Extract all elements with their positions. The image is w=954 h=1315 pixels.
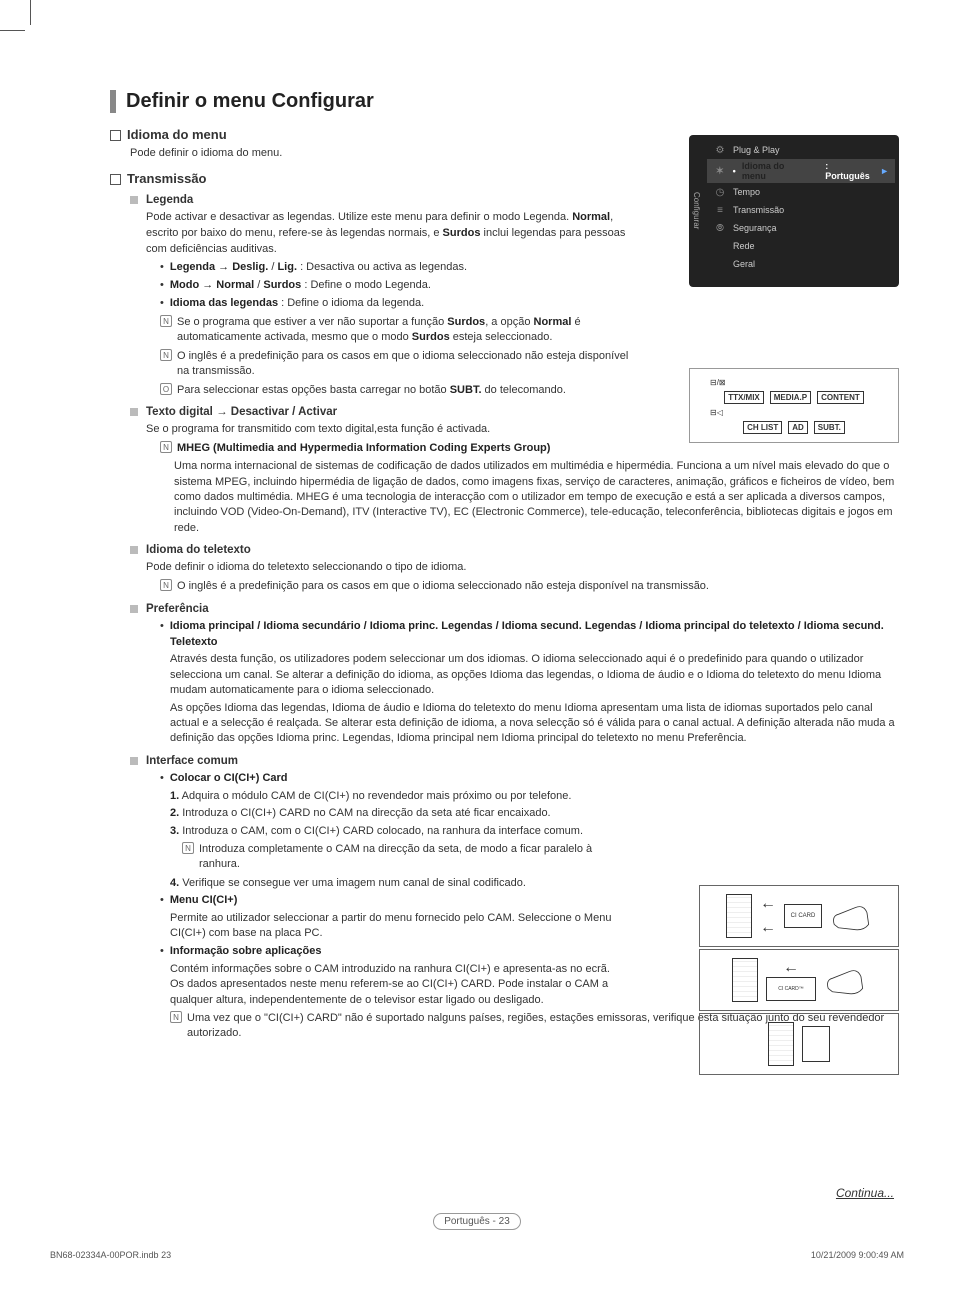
osd-item: Segurança [733,223,777,233]
note-icon: N [182,842,194,854]
osd-item: Rede [733,241,755,251]
arrow-left-icon: ← [783,959,799,977]
body-text: Uma norma internacional de sistemas de c… [174,459,904,536]
subsection-teletexto: Idioma do teletexto Pode definir o idiom… [130,544,904,594]
gear-icon: ✶ [713,164,727,178]
note-icon: N [170,1011,182,1023]
bullet-item: Colocar o CI(CI+) Card [160,771,626,787]
note-item: NIntroduza completamente o CAM na direcç… [182,842,626,873]
body-text: Através desta função, os utilizadores po… [170,652,904,698]
step-text: 2. Introduza o CI(CI+) CARD no CAM na di… [170,806,626,821]
remote-button: SUBT. [814,421,845,434]
square-bullet-icon [130,408,138,416]
plug-icon: ⚙ [713,143,727,157]
section-heading: Transmissão [127,171,207,186]
osd-item: Plug & Play [733,145,780,155]
checkbox-icon [110,174,121,185]
bullet-item: Legenda → Deslig. / Lig. : Desactiva ou … [160,260,630,276]
osd-figure: Configurar ⚙Plug & Play ✶• Idioma do men… [689,135,899,287]
page-footer: Português - 23 [0,1213,954,1230]
note-item: NO inglês é a predefinição para os casos… [160,349,630,380]
sub-heading: Legenda [146,194,193,206]
body-text: Permite ao utilizador seleccionar a part… [170,911,626,942]
ci-card-figure: ← ← CI CARD ← CI CARD™ [699,885,899,1077]
ci-card-icon: CI CARD [784,904,822,928]
subsection-legenda: Legenda Pode activar e desactivar as leg… [130,194,630,398]
note-icon: N [160,315,172,327]
arrow-left-icon: ← [760,919,776,937]
bullet-item: Modo → Normal / Surdos : Define o modo L… [160,278,630,294]
square-bullet-icon [130,196,138,204]
note-item: NO inglês é a predefinição para os casos… [160,579,904,594]
sub-heading: Preferência [146,603,209,615]
antenna-icon: ≡ [713,203,727,217]
lock-icon: ⦾ [713,221,727,235]
hand-icon [824,962,866,998]
step-text: 1. Adquira o módulo CAM de CI(CI+) no re… [170,789,626,804]
note-icon: N [160,349,172,361]
square-bullet-icon [130,546,138,554]
step-text: 4. Verifique se consegue ver uma imagem … [170,876,626,891]
osd-item: Idioma do menu [742,161,809,181]
remote-button: AD [788,421,808,434]
sub-heading: Idioma do teletexto [146,544,251,556]
remote-figure: ⊟/⊠ TTX/MIX MEDIA.P CONTENT ⊟◁ CH LIST A… [689,368,899,443]
page-number: Português - 23 [433,1213,521,1230]
body-text: Pode definir o idioma do teletexto selec… [146,560,904,576]
print-timestamp: 10/21/2009 9:00:49 AM [811,1250,904,1260]
bullet-item: Informação sobre aplicações [160,944,626,960]
sub-heading: Interface comum [146,755,238,767]
clock-icon: ◷ [713,185,727,199]
bullet-item: Idioma das legendas : Define o idioma da… [160,296,630,312]
osd-item: Tempo [733,187,760,197]
sub-heading: Texto digital → Desactivar / Activar [146,406,337,418]
ci-card-icon [802,1026,830,1062]
body-text: As opções Idioma das legendas, Idioma de… [170,701,904,747]
remote-button: CH LIST [743,421,782,434]
ci-slot-icon [768,1022,794,1066]
checkbox-icon [110,130,121,141]
note-icon: N [160,579,172,591]
page-title: Definir o menu Configurar [110,90,904,113]
note-item: OPara seleccionar estas opções basta car… [160,383,630,398]
continue-label: Continua... [836,1186,894,1200]
hand-icon [830,898,872,934]
ci-slot-icon [726,894,752,938]
remote-button: MEDIA.P [770,391,811,404]
square-bullet-icon [130,757,138,765]
step-text: 3. Introduza o CAM, com o CI(CI+) CARD c… [170,824,626,839]
note-icon: O [160,383,172,395]
print-metadata: BN68-02334A-00POR.indb 23 10/21/2009 9:0… [50,1250,904,1260]
manual-page: Definir o menu Configurar Idioma do menu… [0,0,954,1270]
remote-button: TTX/MIX [724,391,764,404]
arrow-right-icon: ► [880,166,889,176]
body-text: Pode activar e desactivar as legendas. U… [146,210,630,258]
osd-item: Geral [733,259,755,269]
osd-item: Transmissão [733,205,784,215]
square-bullet-icon [130,605,138,613]
ci-slot-icon [732,958,758,1002]
bullet-item: Menu CI(CI+) [160,893,626,909]
body-text: Contém informações sobre o CAM introduzi… [170,962,626,1008]
ci-card-icon: CI CARD™ [766,977,816,1001]
section-heading: Idioma do menu [127,127,227,142]
note-icon: N [160,441,172,453]
arrow-left-icon: ← [760,895,776,913]
bullet-item: Idioma principal / Idioma secundário / I… [160,619,904,651]
osd-value: : Português [825,161,874,181]
remote-button: CONTENT [817,391,864,404]
note-item: NSe o programa que estiver a ver não sup… [160,315,630,346]
note-item: NMHEG (Multimedia and Hypermedia Informa… [160,441,904,456]
print-file: BN68-02334A-00POR.indb 23 [50,1250,171,1260]
osd-side-label: Configurar [687,141,701,281]
subsection-preferencia: Preferência Idioma principal / Idioma se… [130,603,904,747]
